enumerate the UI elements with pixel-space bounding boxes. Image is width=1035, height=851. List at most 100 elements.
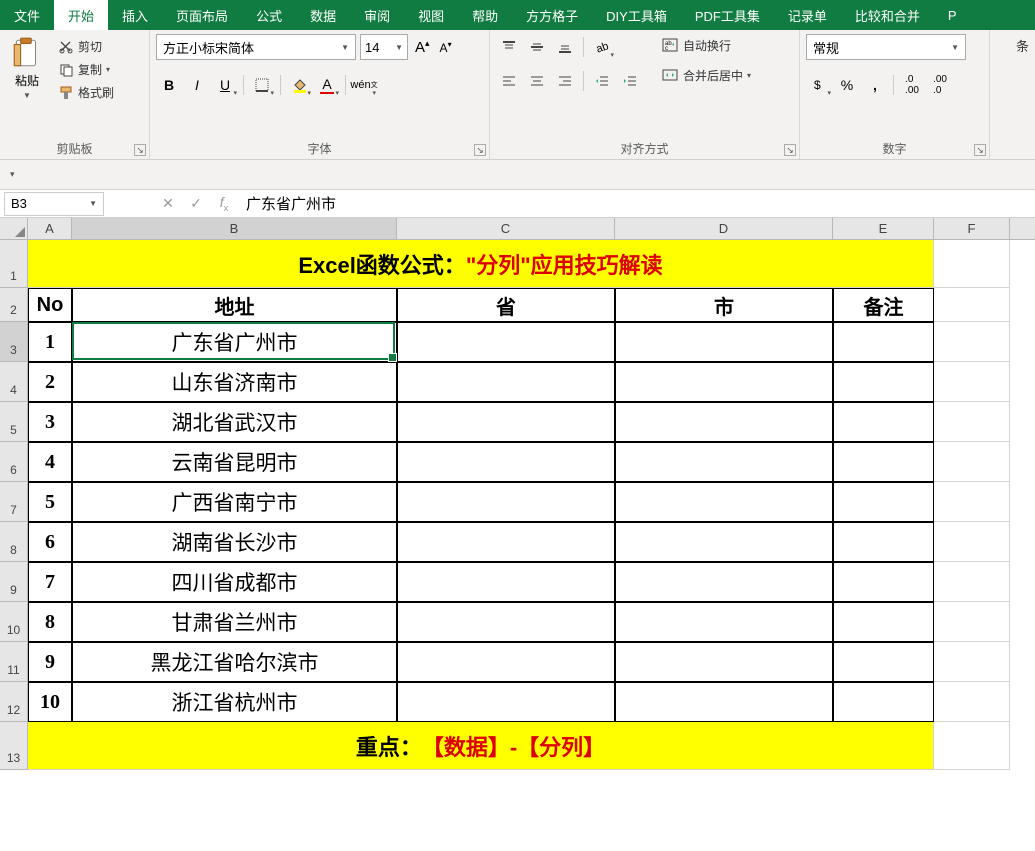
cell[interactable]: [934, 682, 1010, 722]
cell[interactable]: [833, 562, 934, 602]
fill-color-button[interactable]: [286, 72, 312, 98]
customize-qat-icon[interactable]: ▾: [10, 169, 22, 181]
row-header-9[interactable]: 9: [0, 562, 28, 602]
increase-decimal-button[interactable]: .0.00: [899, 72, 925, 98]
tab-P[interactable]: P: [934, 0, 971, 30]
tab-插入[interactable]: 插入: [108, 0, 162, 30]
cell[interactable]: [397, 522, 615, 562]
cell[interactable]: 1: [28, 322, 72, 362]
cell[interactable]: [397, 682, 615, 722]
cell[interactable]: [833, 442, 934, 482]
align-center-button[interactable]: [524, 68, 550, 94]
select-all-corner[interactable]: [0, 218, 28, 239]
align-left-button[interactable]: [496, 68, 522, 94]
format-painter-button[interactable]: 格式刷: [54, 82, 118, 103]
tab-视图[interactable]: 视图: [404, 0, 458, 30]
cell[interactable]: [397, 362, 615, 402]
cell[interactable]: 7: [28, 562, 72, 602]
percent-button[interactable]: %: [834, 72, 860, 98]
tab-方方格子[interactable]: 方方格子: [512, 0, 592, 30]
cell[interactable]: [615, 482, 833, 522]
row-header-10[interactable]: 10: [0, 602, 28, 642]
cell[interactable]: [833, 322, 934, 362]
cell[interactable]: [615, 682, 833, 722]
cell[interactable]: [833, 522, 934, 562]
cell[interactable]: 地址: [72, 288, 397, 322]
row-header-3[interactable]: 3: [0, 322, 28, 362]
bold-button[interactable]: B: [156, 72, 182, 98]
cell[interactable]: 3: [28, 402, 72, 442]
cell[interactable]: [615, 362, 833, 402]
cell[interactable]: [397, 482, 615, 522]
cell[interactable]: [833, 642, 934, 682]
cell[interactable]: [615, 562, 833, 602]
col-header-A[interactable]: A: [28, 218, 72, 239]
cell[interactable]: [833, 482, 934, 522]
cell[interactable]: [397, 602, 615, 642]
tab-开始[interactable]: 开始: [54, 0, 108, 30]
tab-DIY工具箱[interactable]: DIY工具箱: [592, 0, 681, 30]
cell[interactable]: 8: [28, 602, 72, 642]
cell[interactable]: [934, 722, 1010, 770]
dialog-launcher[interactable]: ↘: [974, 144, 986, 156]
col-header-E[interactable]: E: [833, 218, 934, 239]
tab-比较和合并[interactable]: 比较和合并: [841, 0, 934, 30]
insert-function-button[interactable]: fx: [210, 194, 238, 213]
increase-indent-button[interactable]: [617, 68, 643, 94]
cell[interactable]: [833, 402, 934, 442]
tab-审阅[interactable]: 审阅: [350, 0, 404, 30]
align-top-button[interactable]: [496, 34, 522, 60]
cell[interactable]: [934, 362, 1010, 402]
cell[interactable]: 广西省南宁市: [72, 482, 397, 522]
tab-文件[interactable]: 文件: [0, 0, 54, 30]
cell[interactable]: [934, 288, 1010, 322]
cell[interactable]: [934, 642, 1010, 682]
formula-input[interactable]: [238, 192, 1035, 216]
cell[interactable]: [397, 402, 615, 442]
cell[interactable]: 备注: [833, 288, 934, 322]
cell[interactable]: 6: [28, 522, 72, 562]
cell[interactable]: 10: [28, 682, 72, 722]
cut-button[interactable]: 剪切: [54, 36, 118, 57]
cell[interactable]: [934, 562, 1010, 602]
row-header-13[interactable]: 13: [0, 722, 28, 770]
row-header-2[interactable]: 2: [0, 288, 28, 322]
cell[interactable]: [934, 482, 1010, 522]
tab-记录单[interactable]: 记录单: [774, 0, 841, 30]
cell[interactable]: [615, 442, 833, 482]
cell[interactable]: [397, 322, 615, 362]
align-middle-button[interactable]: [524, 34, 550, 60]
border-button[interactable]: [249, 72, 275, 98]
cell[interactable]: [934, 522, 1010, 562]
cell[interactable]: [934, 402, 1010, 442]
italic-button[interactable]: I: [184, 72, 210, 98]
cell[interactable]: 重点：【数据】-【分列】: [28, 722, 934, 770]
dialog-launcher[interactable]: ↘: [474, 144, 486, 156]
cell[interactable]: 黑龙江省哈尔滨市: [72, 642, 397, 682]
cell[interactable]: 山东省济南市: [72, 362, 397, 402]
row-header-8[interactable]: 8: [0, 522, 28, 562]
cell[interactable]: [934, 442, 1010, 482]
col-header-F[interactable]: F: [934, 218, 1010, 239]
cell[interactable]: 5: [28, 482, 72, 522]
cell[interactable]: 甘肃省兰州市: [72, 602, 397, 642]
cell[interactable]: [615, 642, 833, 682]
align-right-button[interactable]: [552, 68, 578, 94]
cell[interactable]: 云南省昆明市: [72, 442, 397, 482]
align-bottom-button[interactable]: [552, 34, 578, 60]
cell[interactable]: [615, 322, 833, 362]
tab-数据[interactable]: 数据: [296, 0, 350, 30]
increase-font-button[interactable]: A▴: [412, 38, 433, 56]
cell[interactable]: 四川省成都市: [72, 562, 397, 602]
tab-帮助[interactable]: 帮助: [458, 0, 512, 30]
row-header-6[interactable]: 6: [0, 442, 28, 482]
comma-button[interactable]: ,: [862, 72, 888, 98]
row-header-1[interactable]: 1: [0, 240, 28, 288]
cell[interactable]: [615, 402, 833, 442]
col-header-C[interactable]: C: [397, 218, 615, 239]
cell[interactable]: [615, 602, 833, 642]
cell[interactable]: Excel函数公式："分列"应用技巧解读: [28, 240, 934, 288]
cell[interactable]: 2: [28, 362, 72, 402]
enter-formula-button[interactable]: ✓: [182, 195, 210, 212]
phonetic-button[interactable]: wén文: [351, 72, 377, 98]
